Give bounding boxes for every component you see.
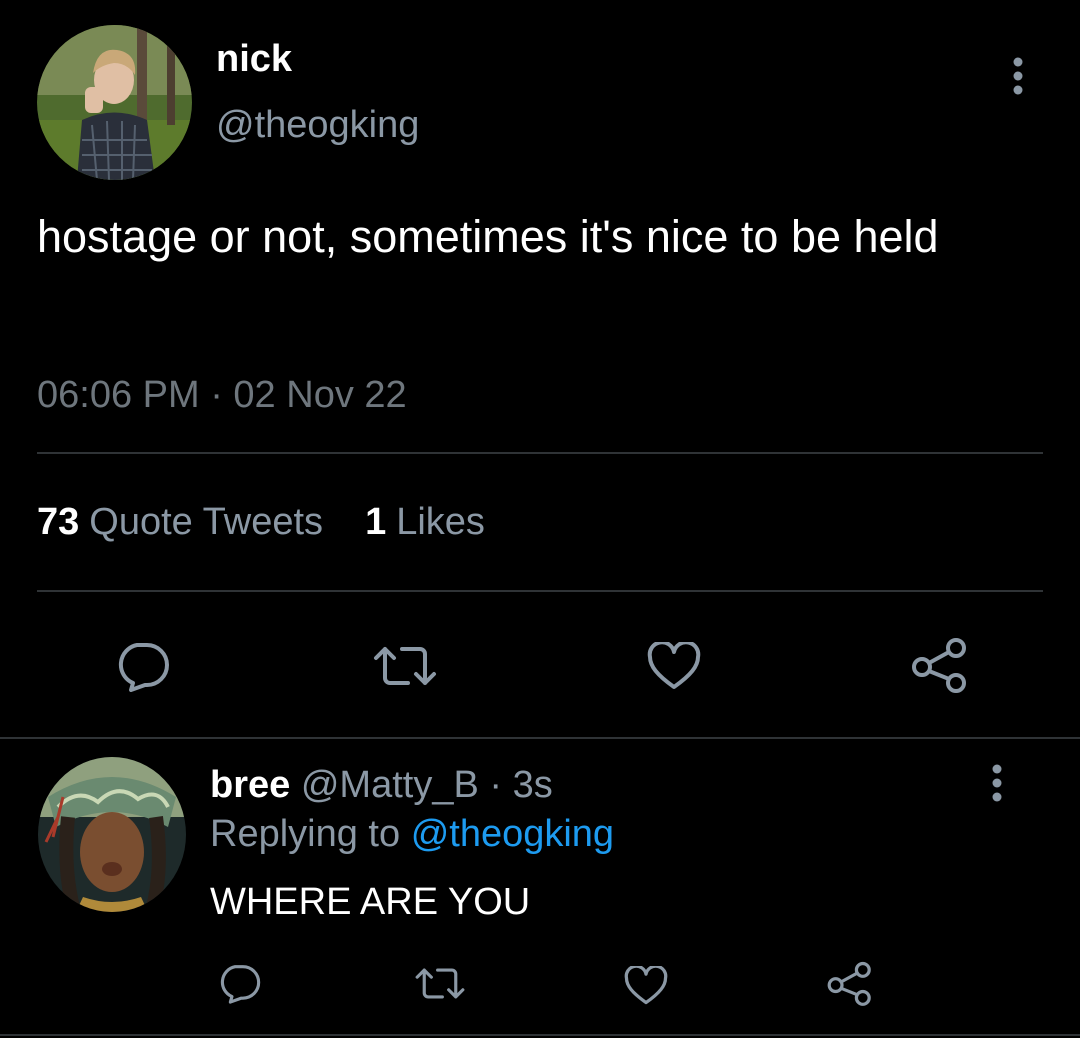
share-icon[interactable]	[826, 961, 874, 1006]
quote-tweets-label: Quote Tweets	[89, 501, 324, 543]
quote-tweets-stat[interactable]: 73 Quote Tweets	[37, 501, 323, 544]
tweet-stats: 73 Quote Tweets 1 Likes	[37, 501, 485, 544]
author-handle[interactable]: @theogking	[216, 104, 419, 147]
author-name[interactable]: nick	[216, 38, 292, 81]
likes-stat[interactable]: 1 Likes	[365, 501, 485, 544]
reply-author-name[interactable]: bree	[210, 764, 290, 806]
quote-tweets-count: 73	[37, 501, 80, 543]
more-vertical-icon[interactable]	[991, 764, 1003, 802]
reply-text: WHERE ARE YOU	[210, 881, 531, 923]
replying-prefix: Replying to	[210, 813, 401, 855]
likes-count: 1	[365, 501, 387, 543]
reply-header: bree @Matty_B · 3s	[210, 764, 553, 807]
divider	[0, 1034, 1080, 1036]
reply-icon[interactable]	[217, 964, 261, 1004]
avatar-photo	[38, 757, 186, 912]
avatar-photo	[37, 25, 192, 180]
tweet-timestamp[interactable]: 06:06 PM · 02 Nov 22	[37, 374, 407, 417]
likes-label: Likes	[396, 501, 485, 543]
retweet-icon[interactable]	[414, 966, 466, 1001]
divider	[37, 452, 1043, 454]
reply-author-avatar[interactable]	[38, 757, 186, 912]
replying-to: Replying to @theogking	[210, 813, 614, 856]
more-vertical-icon[interactable]	[1012, 57, 1024, 95]
share-icon[interactable]	[910, 637, 970, 693]
divider	[37, 590, 1043, 592]
heart-icon[interactable]	[624, 966, 668, 1005]
retweet-icon[interactable]	[372, 644, 438, 688]
author-avatar[interactable]	[37, 25, 192, 180]
reply-icon[interactable]	[114, 642, 170, 692]
replying-handle-link[interactable]: @theogking	[411, 813, 614, 855]
heart-icon[interactable]	[647, 642, 701, 690]
tweet-text: hostage or not, sometimes it's nice to b…	[37, 211, 939, 262]
divider	[0, 737, 1080, 739]
reply-author-meta[interactable]: @Matty_B · 3s	[301, 764, 553, 806]
